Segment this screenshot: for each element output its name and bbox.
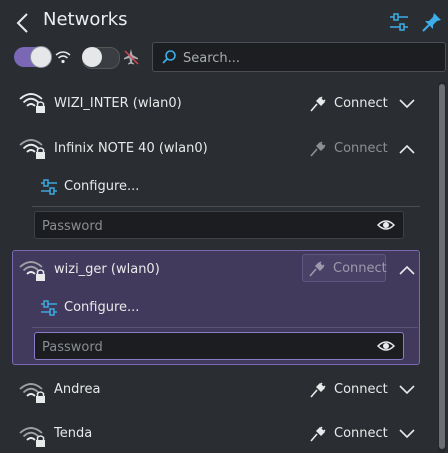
password-box[interactable] xyxy=(34,211,404,239)
network-ssid: wizi_ger (wlan0) xyxy=(54,262,160,277)
wifi-toggle[interactable] xyxy=(14,46,52,68)
plug-icon xyxy=(309,261,325,277)
eye-icon[interactable] xyxy=(377,339,395,353)
header: Networks xyxy=(0,0,448,44)
page-title: Networks xyxy=(43,9,128,30)
search-input[interactable] xyxy=(181,46,435,70)
configure-icon[interactable] xyxy=(388,11,410,33)
list-item[interactable]: WIZI_INTER (wlan0) Connect xyxy=(12,80,420,124)
configure-icon xyxy=(41,179,57,195)
connect-button[interactable]: Connect xyxy=(304,376,388,404)
plug-icon xyxy=(310,141,326,157)
chevron-up-icon[interactable] xyxy=(398,261,416,279)
eye-icon[interactable] xyxy=(377,218,395,232)
connect-button[interactable]: Connect xyxy=(302,254,387,282)
wifi-secured-icon xyxy=(19,139,45,159)
wifi-secured-icon xyxy=(19,93,45,113)
list-item[interactable]: Andrea Connect xyxy=(12,372,420,412)
pin-icon[interactable] xyxy=(421,11,443,33)
connect-button[interactable]: Connect xyxy=(304,420,388,448)
network-list: WIZI_INTER (wlan0) Connect Infinix NOTE … xyxy=(0,80,436,453)
scrollbar-thumb[interactable] xyxy=(439,84,445,449)
list-item[interactable]: Tenda Connect xyxy=(12,416,420,453)
search-icon xyxy=(162,50,176,64)
airplane-mode-icon xyxy=(124,49,139,65)
network-ssid: Tenda xyxy=(54,426,93,441)
plug-icon xyxy=(310,382,326,398)
search-box[interactable] xyxy=(152,42,446,72)
password-input[interactable] xyxy=(40,336,344,358)
chevron-down-icon[interactable] xyxy=(398,425,416,443)
connect-button[interactable]: Connect xyxy=(304,135,388,163)
connect-label: Connect xyxy=(334,426,388,441)
networks-panel: Networks Search... WIZI_INTER (wlan0) Co… xyxy=(0,0,448,453)
divider xyxy=(32,327,418,328)
wifi-secured-icon xyxy=(19,261,45,281)
list-item[interactable]: wizi_ger (wlan0) Connect Configure... xyxy=(12,250,420,365)
plug-icon xyxy=(310,96,326,112)
wifi-secured-icon xyxy=(19,383,45,403)
configure-label: Configure... xyxy=(64,300,140,315)
password-box[interactable] xyxy=(34,332,404,360)
password-input[interactable] xyxy=(40,215,344,237)
toolbar xyxy=(0,40,448,76)
scrollbar[interactable] xyxy=(438,82,446,453)
chevron-down-icon[interactable] xyxy=(398,95,416,113)
connect-label: Connect xyxy=(334,141,388,156)
wifi-secured-icon xyxy=(19,427,45,447)
divider xyxy=(32,206,420,207)
connect-label: Connect xyxy=(334,382,388,397)
configure-link[interactable]: Configure... xyxy=(40,299,240,319)
list-item[interactable]: Infinix NOTE 40 (wlan0) Connect Configur… xyxy=(12,124,420,250)
network-ssid: WIZI_INTER (wlan0) xyxy=(54,96,182,111)
connect-button[interactable]: Connect xyxy=(304,90,388,118)
chevron-left-icon[interactable] xyxy=(12,10,34,36)
chevron-up-icon[interactable] xyxy=(398,140,416,158)
configure-label: Configure... xyxy=(64,179,140,194)
connect-label: Connect xyxy=(333,261,387,276)
connect-label: Connect xyxy=(334,96,388,111)
airplane-mode-toggle[interactable] xyxy=(82,47,120,69)
chevron-down-icon[interactable] xyxy=(398,381,416,399)
network-ssid: Infinix NOTE 40 (wlan0) xyxy=(54,141,208,156)
plug-icon xyxy=(310,426,326,442)
configure-link[interactable]: Configure... xyxy=(40,178,240,198)
wifi-icon xyxy=(55,51,71,64)
network-ssid: Andrea xyxy=(54,382,101,397)
configure-icon xyxy=(41,300,57,316)
